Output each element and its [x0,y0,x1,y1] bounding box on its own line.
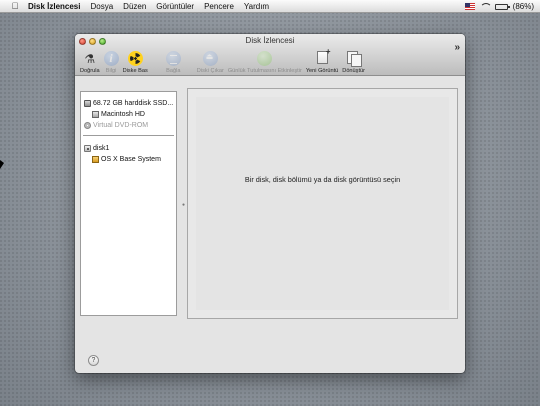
menu-bar:  Disk İzlencesi Dosya Düzen Görüntüler … [0,0,540,13]
verify-label: Doğrula [80,68,100,74]
menu-yardim[interactable]: Yardım [239,2,274,11]
burn-icon [127,51,143,66]
menu-goruntuler[interactable]: Görüntüler [151,2,199,11]
verify-button[interactable]: ⚗ Doğrula [78,47,102,75]
enable-journaling-button[interactable]: Günlük Tutulmasını Etkinleştir [226,47,304,74]
new-image-button[interactable]: Yeni Görüntü [304,47,340,74]
eject-icon [202,51,218,66]
sidebar-item-os-x-base-system[interactable]: OS X Base System [92,154,161,164]
title-bar[interactable]: Disk İzlencesi ⚗ Doğrula i Bilgi Diske B… [75,34,465,76]
journal-icon [257,51,273,66]
detail-pane-inner: Bir disk, disk bölümü ya da disk görüntü… [196,97,449,310]
enable-journaling-label: Günlük Tutulmasını Etkinleştir [227,68,302,74]
apple-icon[interactable]:  [8,1,22,11]
sidebar-item-virtual-dvd[interactable]: Virtual DVD-ROM [84,120,148,130]
sidebar-item-label: Macintosh HD [101,110,145,118]
convert-label: Dönüştür [342,68,365,74]
wifi-icon[interactable] [479,2,492,11]
info-button[interactable]: i Bilgi [102,47,121,74]
sidebar-item-label: OS X Base System [101,155,161,163]
disk-image-icon [84,144,91,152]
mount-icon [165,51,181,66]
volume-icon [92,110,99,118]
info-icon: i [103,51,119,66]
split-view-handle[interactable]: ● [182,202,185,208]
window-title: Disk İzlencesi [245,36,295,45]
mount-button[interactable]: Bağla [164,47,183,74]
battery-icon[interactable] [494,3,510,10]
burn-button[interactable]: Diske Bas [121,47,150,74]
sidebar-item-macintosh-hd[interactable]: Macintosh HD [92,109,145,119]
new-image-label: Yeni Görüntü [305,68,339,74]
burn-label: Diske Bas [122,68,148,74]
battery-percentage: (86%) [512,2,534,11]
select-disk-prompt: Bir disk, disk bölümü ya da disk görüntü… [244,175,401,184]
menu-app-name[interactable]: Disk İzlencesi [22,2,85,11]
menu-dosya[interactable]: Dosya [85,2,118,11]
disk-list-sidebar[interactable]: 68.72 GB harddisk SSD... Macintosh HD Vi… [80,91,177,316]
toolbar-overflow-chevron-icon[interactable]: » [454,42,460,53]
sidebar-item-label: Virtual DVD-ROM [93,121,149,129]
convert-icon [346,51,363,67]
sidebar-divider [83,135,174,136]
input-source-flag-icon[interactable] [464,3,475,10]
convert-button[interactable]: Dönüştür [340,47,367,74]
help-button[interactable]: ? [88,355,99,366]
disk-utility-window: Disk İzlencesi ⚗ Doğrula i Bilgi Diske B… [75,34,465,373]
new-image-icon-wrap [315,47,331,66]
menu-duzen[interactable]: Düzen [118,2,151,11]
osx-volume-icon [92,155,99,163]
eject-button[interactable]: Diski Çıkar [195,47,226,74]
status-area: (86%) [464,0,534,13]
microscope-icon: ⚗ [84,51,96,66]
toolbar: ⚗ Doğrula i Bilgi Diske Bas Bağla Diski … [78,47,465,75]
eject-label: Diski Çıkar [196,68,224,74]
sidebar-item-label: disk1 [93,144,110,152]
hard-disk-icon [84,99,91,107]
sidebar-item-harddisk[interactable]: 68.72 GB harddisk SSD... [84,98,173,108]
sidebar-item-label: 68.72 GB harddisk SSD... [93,99,174,107]
mount-label: Bağla [166,68,181,74]
menu-pencere[interactable]: Pencere [199,2,239,11]
info-label: Bilgi [105,68,117,74]
dvd-icon [84,121,91,129]
new-image-icon [316,47,331,64]
mouse-cursor-icon [0,160,4,169]
sidebar-item-disk1[interactable]: disk1 [84,143,109,153]
detail-pane: Bir disk, disk bölümü ya da disk görüntü… [187,88,458,319]
